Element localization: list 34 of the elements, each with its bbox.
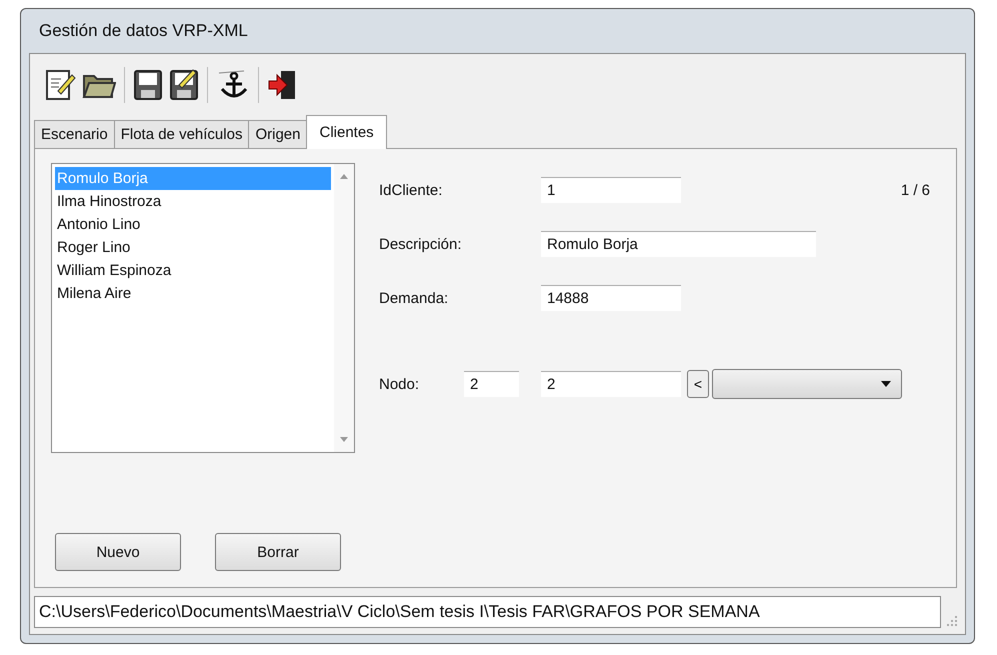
scroll-down-icon[interactable] <box>340 437 348 442</box>
field-label: Demanda: <box>379 290 450 306</box>
input-field[interactable]: 14888 <box>541 285 681 311</box>
action-button[interactable]: Nuevo <box>55 533 181 571</box>
field-label: Descripción: <box>379 236 463 252</box>
resize-grip-icon[interactable] <box>947 616 957 626</box>
list-item[interactable]: Antonio Lino <box>55 213 331 236</box>
select-button[interactable]: < <box>687 370 709 398</box>
input-field[interactable]: 1 <box>541 177 681 203</box>
tab[interactable]: Escenario <box>34 120 115 148</box>
list-item[interactable]: Roger Lino <box>55 236 331 259</box>
tab[interactable]: Origen <box>248 120 308 148</box>
window-title: Gestión de datos VRP-XML <box>39 21 248 41</box>
list-item[interactable]: Ilma Hinostroza <box>55 190 331 213</box>
dropdown[interactable] <box>712 369 902 399</box>
save-edit-icon[interactable] <box>169 69 199 101</box>
input-field[interactable]: Romulo Borja <box>541 231 816 257</box>
dropdown-caret-icon <box>881 381 891 387</box>
save-icon[interactable] <box>133 69 163 101</box>
list-item[interactable]: William Espinoza <box>55 259 331 282</box>
tab[interactable]: Clientes <box>306 115 387 149</box>
input-field[interactable]: 2 <box>541 371 681 397</box>
action-button[interactable]: Borrar <box>215 533 341 571</box>
record-counter: 1 / 6 <box>900 182 930 198</box>
input-field[interactable]: 2 <box>464 371 519 397</box>
scroll-up-icon[interactable] <box>340 174 348 179</box>
exit-door-icon[interactable] <box>267 69 297 101</box>
path-field: C:\Users\Federico\Documents\Maestria\V Ciclo\Sem tesis I\Tesis FAR\GRAFOS POR SEMANA <box>34 596 941 628</box>
tab[interactable]: Flota de vehículos <box>114 120 250 148</box>
field-label: Nodo: <box>379 376 420 392</box>
scrollbar[interactable] <box>334 164 354 452</box>
field-label: IdCliente: <box>379 182 444 198</box>
list-item[interactable]: Milena Aire <box>55 282 331 305</box>
new-document-icon[interactable] <box>44 69 76 101</box>
